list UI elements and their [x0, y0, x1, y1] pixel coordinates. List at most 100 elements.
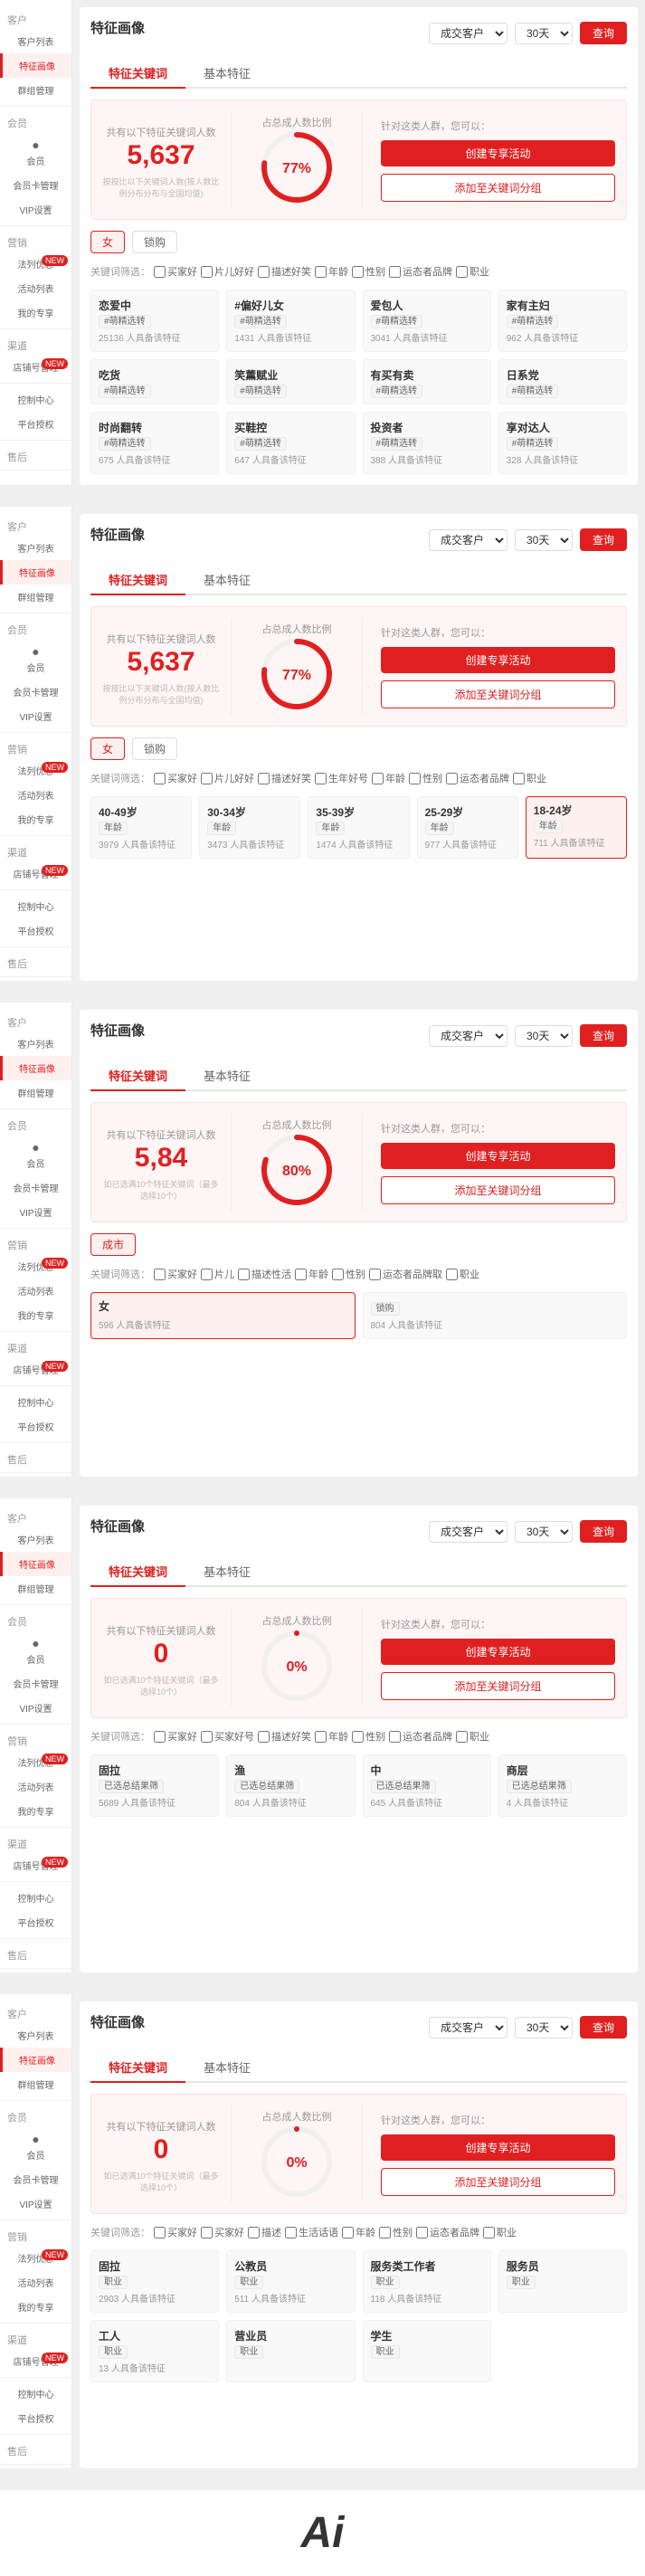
sidebar-item[interactable]: 会员卡管理 — [0, 1671, 71, 1696]
tag-card-4[interactable]: 吃货#萌精选转 — [90, 359, 219, 404]
sidebar-item[interactable]: 会员卡管理 — [0, 1175, 71, 1200]
keyword-checkbox-6[interactable] — [446, 773, 458, 784]
sidebar-item[interactable]: 平台授权 — [0, 918, 71, 943]
tag-card-10[interactable]: 投资者#萌精选转388 人具备该特征 — [363, 412, 491, 474]
keyword-checkbox-1[interactable] — [201, 773, 213, 784]
keyword-checkbox-1[interactable] — [201, 266, 213, 278]
keyword-checkbox-item-0[interactable]: 买家好 — [154, 1267, 197, 1281]
sidebar-item[interactable]: 法列优惠NEW — [0, 252, 71, 276]
tab-0[interactable]: 特征关键词 — [90, 1061, 185, 1091]
period-select[interactable]: 30天 — [515, 1025, 573, 1047]
keyword-checkbox-item-2[interactable]: 描述好笑 — [258, 264, 311, 279]
keyword-checkbox-3[interactable] — [315, 773, 327, 784]
tag-card-1[interactable]: 公教员职业511 人具备该特征 — [226, 2250, 355, 2313]
keyword-checkbox-item-3[interactable]: 年龄 — [315, 264, 348, 279]
keyword-checkbox-4[interactable] — [342, 2227, 354, 2239]
tab-1[interactable]: 基本特征 — [185, 1061, 269, 1091]
sidebar-item[interactable]: VIP设置 — [0, 197, 71, 222]
keyword-checkbox-5[interactable] — [389, 266, 401, 278]
keyword-checkbox-2[interactable] — [248, 2227, 260, 2239]
type-select[interactable]: 成交客户 — [429, 1025, 507, 1047]
keyword-checkbox-1[interactable] — [201, 2227, 213, 2239]
query-button[interactable]: 查询 — [580, 1520, 627, 1543]
keyword-checkbox-item-4[interactable]: 年龄 — [342, 2225, 375, 2239]
keyword-checkbox-item-3[interactable]: 生活话语 — [285, 2225, 338, 2239]
create-activity-button[interactable]: 创建专享活动 — [381, 140, 615, 166]
tag-card-11[interactable]: 享对达人#萌精选转328 人具备该特征 — [498, 412, 627, 474]
keyword-checkbox-item-6[interactable]: 职业 — [446, 1267, 479, 1281]
keyword-checkbox-item-0[interactable]: 买家好 — [154, 771, 197, 785]
sidebar-item[interactable]: 店铺号管理NEW — [0, 861, 71, 886]
sidebar-item[interactable]: 活动列表 — [0, 1278, 71, 1303]
keyword-checkbox-item-0[interactable]: 买家好 — [154, 264, 197, 279]
period-select[interactable]: 30天 — [515, 1521, 573, 1543]
tab-0[interactable]: 特征关键词 — [90, 2053, 185, 2083]
query-button[interactable]: 查询 — [580, 1024, 627, 1047]
add-keyword-group-button[interactable]: 添加至关键词分组 — [381, 1176, 615, 1204]
period-select[interactable]: 30天 — [515, 23, 573, 44]
tag-card-0[interactable]: 恋爱中#萌精选转25136 人具备该特征 — [90, 290, 219, 352]
create-activity-button[interactable]: 创建专享活动 — [381, 1143, 615, 1169]
add-keyword-group-button[interactable]: 添加至关键词分组 — [381, 680, 615, 708]
keyword-checkbox-4[interactable] — [372, 773, 384, 784]
sidebar-item[interactable]: 活动列表 — [0, 783, 71, 807]
keyword-checkbox-4[interactable] — [352, 266, 364, 278]
keyword-checkbox-6[interactable] — [416, 2227, 428, 2239]
keyword-checkbox-item-5[interactable]: 性别 — [379, 2225, 413, 2239]
keyword-checkbox-item-5[interactable]: 运态者品牌 — [389, 264, 452, 279]
keyword-checkbox-item-4[interactable]: 年龄 — [372, 771, 405, 785]
tag-card-6[interactable]: 学生职业 — [363, 2320, 491, 2382]
create-activity-button[interactable]: 创建专享活动 — [381, 647, 615, 673]
tab-1[interactable]: 基本特征 — [185, 1557, 269, 1587]
query-button[interactable]: 查询 — [580, 2016, 627, 2039]
keyword-checkbox-item-2[interactable]: 描述 — [248, 2225, 281, 2239]
sidebar-item[interactable]: 控制中心 — [0, 387, 71, 412]
keyword-checkbox-0[interactable] — [154, 1731, 166, 1743]
sidebar-item[interactable]: 平台授权 — [0, 1414, 71, 1439]
sidebar-item[interactable]: 控制中心 — [0, 1390, 71, 1414]
keyword-checkbox-6[interactable] — [456, 266, 468, 278]
sidebar-item[interactable]: 店铺号管理NEW — [0, 1853, 71, 1877]
type-select[interactable]: 成交客户 — [429, 23, 507, 44]
query-button[interactable]: 查询 — [580, 528, 627, 551]
keyword-checkbox-item-6[interactable]: 运态者品牌 — [446, 771, 509, 785]
keyword-checkbox-item-1[interactable]: 片儿 — [201, 1267, 234, 1281]
keyword-checkbox-5[interactable] — [389, 1731, 401, 1743]
query-button[interactable]: 查询 — [580, 22, 627, 44]
tag-card-0[interactable]: 40-49岁年龄3979 人具备该特征 — [90, 796, 192, 859]
tag-card-3[interactable]: 25-29岁年龄977 人具备该特征 — [417, 796, 518, 859]
keyword-checkbox-item-2[interactable]: 描述性活 — [238, 1267, 291, 1281]
tag-card-5[interactable]: 营业员职业 — [226, 2320, 355, 2382]
tag-card-6[interactable]: 有买有卖#萌精选转 — [363, 359, 491, 404]
keyword-checkbox-item-1[interactable]: 片儿好好 — [201, 264, 254, 279]
keyword-checkbox-3[interactable] — [315, 266, 327, 278]
keyword-checkbox-item-6[interactable]: 职业 — [456, 1729, 489, 1744]
sidebar-item[interactable]: 活动列表 — [0, 276, 71, 300]
sidebar-item[interactable]: 平台授权 — [0, 2406, 71, 2430]
sidebar-item[interactable]: 我的专享 — [0, 1799, 71, 1823]
sidebar-item[interactable]: 活动列表 — [0, 2270, 71, 2295]
tag-card-3[interactable]: 家有主妇#萌精选转962 人具备该特征 — [498, 290, 627, 352]
tag-card-2[interactable]: 中已选总结果筛645 人具备该特征 — [363, 1754, 491, 1817]
tag-card-0[interactable]: 固拉已选总结果筛5689 人具备该特征 — [90, 1754, 219, 1817]
keyword-checkbox-6[interactable] — [456, 1731, 468, 1743]
keyword-checkbox-item-5[interactable]: 运态者品牌 — [389, 1729, 452, 1744]
period-select[interactable]: 30天 — [515, 2017, 573, 2039]
sidebar-item[interactable]: 群组管理 — [0, 1080, 71, 1105]
keyword-checkbox-item-4[interactable]: 性别 — [352, 1729, 385, 1744]
keyword-checkbox-5[interactable] — [409, 773, 421, 784]
keyword-checkbox-item-4[interactable]: 性别 — [332, 1267, 365, 1281]
sidebar-item[interactable]: 群组管理 — [0, 1576, 71, 1601]
tag-card-2[interactable]: 服务类工作者职业118 人具备该特征 — [363, 2250, 491, 2313]
keyword-checkbox-item-0[interactable]: 买家好 — [154, 1729, 197, 1744]
tab-0[interactable]: 特征关键词 — [90, 59, 185, 89]
tab-1[interactable]: 基本特征 — [185, 566, 269, 595]
sidebar-item[interactable]: ●会员 — [0, 2126, 71, 2167]
tag-card-2[interactable]: 爱包人#萌精选转3041 人具备该特征 — [363, 290, 491, 352]
tab-1[interactable]: 基本特征 — [185, 2053, 269, 2083]
sidebar-item[interactable]: 法列优惠NEW — [0, 2246, 71, 2270]
sidebar-item[interactable]: 会员卡管理 — [0, 2167, 71, 2191]
keyword-checkbox-item-6[interactable]: 运态者品牌 — [416, 2225, 479, 2239]
sidebar-item[interactable]: 特征画像 — [0, 1552, 71, 1576]
sidebar-item[interactable]: 客户列表 — [0, 1527, 71, 1552]
